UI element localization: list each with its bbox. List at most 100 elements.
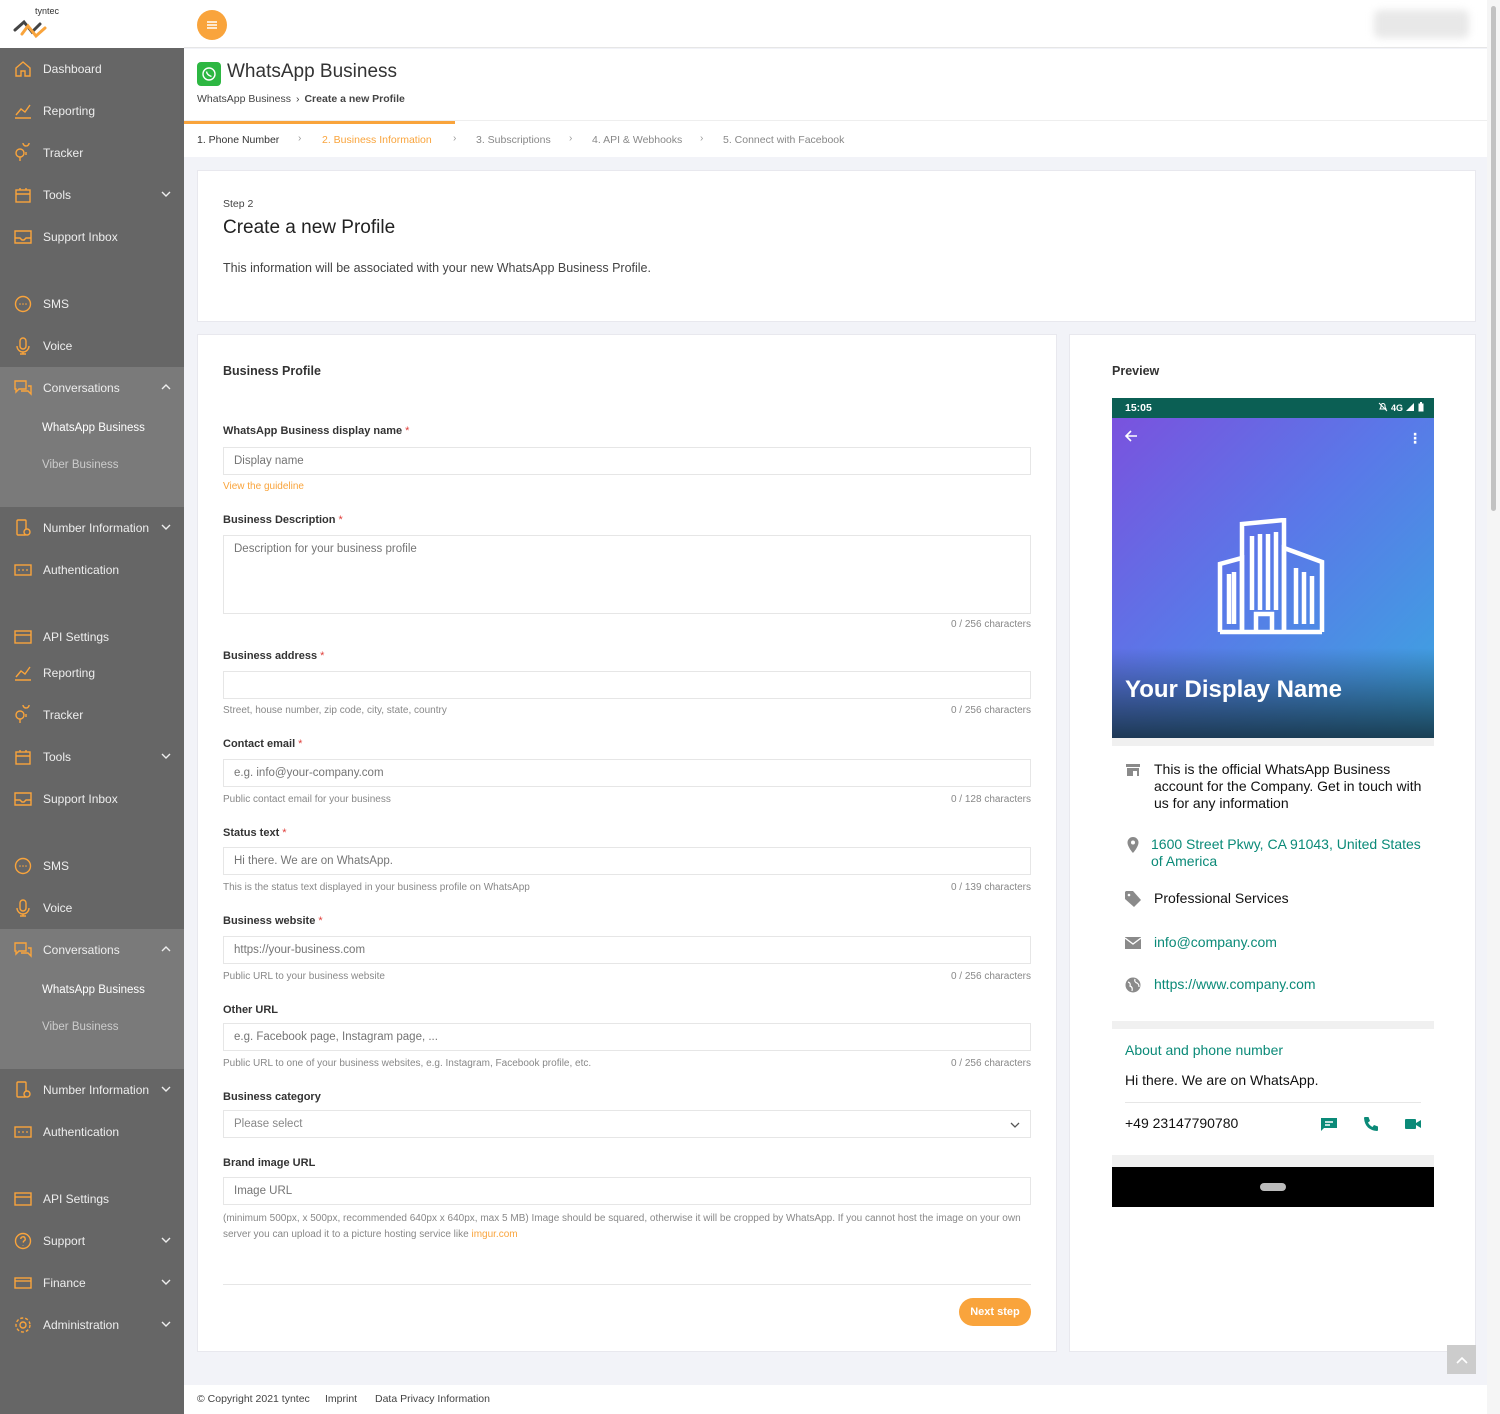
whatsapp-icon bbox=[197, 62, 221, 86]
sidebar-item-conversations[interactable]: Conversations bbox=[0, 367, 184, 409]
sidebar-item-dashboard[interactable]: Dashboard bbox=[0, 48, 184, 90]
sidebar-item-label: Support Inbox bbox=[43, 792, 118, 806]
section-heading: Create a new Profile bbox=[223, 217, 396, 238]
hamburger-icon bbox=[207, 21, 217, 29]
sidebar-item-support-inbox[interactable]: Support Inbox bbox=[0, 216, 184, 258]
user-menu[interactable] bbox=[1374, 10, 1469, 38]
menu-toggle-button[interactable] bbox=[197, 10, 227, 40]
phone-preview: 15:05 4G ⋮ Your Display Name This is the… bbox=[1112, 398, 1434, 1207]
sidebar-item-tools[interactable]: Tools bbox=[0, 174, 184, 216]
sidebar-subitem-whatsapp-business-2[interactable]: WhatsApp Business bbox=[0, 971, 184, 1008]
sidebar-item-api-settings-2[interactable]: API Settings bbox=[0, 1178, 184, 1220]
sidebar-item-tracker[interactable]: Tracker bbox=[0, 132, 184, 174]
sidebar-item-tracker-2[interactable]: Tracker bbox=[0, 694, 184, 736]
profile-hero: ⋮ Your Display Name bbox=[1112, 418, 1434, 738]
sidebar-item-finance[interactable]: Finance bbox=[0, 1262, 184, 1304]
imprint-link[interactable]: Imprint bbox=[325, 1393, 357, 1405]
sidebar-item-label: Number Information bbox=[43, 521, 150, 535]
sidebar-item-administration[interactable]: Administration bbox=[0, 1304, 184, 1346]
about-box: About and phone number Hi there. We are … bbox=[1112, 1029, 1434, 1155]
sidebar-item-reporting-2[interactable]: Reporting bbox=[0, 652, 184, 694]
sidebar-subitem-whatsapp-business[interactable]: WhatsApp Business bbox=[0, 409, 184, 446]
more-vertical-icon[interactable]: ⋮ bbox=[1408, 430, 1422, 447]
tools-icon bbox=[13, 185, 33, 205]
description-textarea[interactable] bbox=[223, 535, 1031, 614]
status-help: This is the status text displayed in you… bbox=[223, 882, 530, 893]
guideline-link[interactable]: View the guideline bbox=[223, 481, 304, 492]
sidebar-subitem-viber-business-2[interactable]: Viber Business bbox=[0, 1008, 184, 1045]
step-api-webhooks[interactable]: 4. API & Webhooks bbox=[592, 134, 682, 146]
conversations-icon bbox=[13, 378, 33, 398]
phone-status-bar: 15:05 4G bbox=[1112, 398, 1434, 418]
next-step-button[interactable]: Next step bbox=[959, 1298, 1031, 1326]
api-icon bbox=[13, 627, 33, 647]
website-input[interactable] bbox=[223, 936, 1031, 964]
chevron-right-icon: › bbox=[298, 133, 302, 144]
sidebar-item-label: SMS bbox=[43, 859, 70, 873]
footer: © Copyright 2021 tyntec Imprint Data Pri… bbox=[184, 1385, 1487, 1414]
status-char-count: 0 / 139 characters bbox=[950, 882, 1031, 893]
step-subscriptions[interactable]: 3. Subscriptions bbox=[476, 134, 551, 146]
brand-image-input[interactable] bbox=[223, 1177, 1031, 1205]
email-label: Contact email * bbox=[223, 738, 303, 750]
privacy-link[interactable]: Data Privacy Information bbox=[375, 1393, 490, 1405]
credit-card-icon bbox=[13, 1273, 33, 1293]
sidebar-item-label: Authentication bbox=[43, 1125, 120, 1139]
sidebar-item-authentication-2[interactable]: Authentication bbox=[0, 1111, 184, 1153]
imgur-link[interactable]: imgur.com bbox=[471, 1229, 517, 1240]
sidebar-item-label: Voice bbox=[43, 339, 73, 353]
home-pill-icon[interactable] bbox=[1260, 1183, 1286, 1191]
phone-status-icons: 4G bbox=[1378, 402, 1424, 413]
sidebar-item-number-information[interactable]: Number Information bbox=[0, 507, 184, 549]
category-select[interactable]: Please select bbox=[223, 1110, 1031, 1138]
page-scrollbar[interactable] bbox=[1487, 0, 1500, 1414]
sidebar-item-voice[interactable]: Voice bbox=[0, 325, 184, 367]
step-phone-number[interactable]: 1. Phone Number bbox=[197, 134, 279, 146]
step-connect-facebook[interactable]: 5. Connect with Facebook bbox=[723, 134, 844, 146]
sidebar-item-label: SMS bbox=[43, 297, 70, 311]
sidebar-item-support-inbox-2[interactable]: Support Inbox bbox=[0, 778, 184, 820]
building-icon bbox=[1217, 518, 1325, 635]
sidebar-item-sms[interactable]: SMS bbox=[0, 283, 184, 325]
about-title: About and phone number bbox=[1125, 1042, 1284, 1058]
message-icon[interactable] bbox=[1320, 1115, 1338, 1133]
about-status-text: Hi there. We are on WhatsApp. bbox=[1125, 1072, 1319, 1088]
sidebar-item-number-information-2[interactable]: Number Information bbox=[0, 1069, 184, 1111]
breadcrumb-parent[interactable]: WhatsApp Business bbox=[197, 93, 291, 105]
sidebar-item-label: API Settings bbox=[43, 1192, 110, 1206]
video-call-icon[interactable] bbox=[1404, 1115, 1422, 1133]
status-input[interactable] bbox=[223, 847, 1031, 875]
chevron-down-icon bbox=[161, 1086, 171, 1092]
display-name-input[interactable] bbox=[223, 447, 1031, 475]
sidebar-item-conversations-2[interactable]: Conversations bbox=[0, 929, 184, 971]
sidebar-item-support[interactable]: Support bbox=[0, 1220, 184, 1262]
globe-icon bbox=[1125, 977, 1141, 993]
breadcrumb-current: Create a new Profile bbox=[304, 93, 405, 105]
back-arrow-icon[interactable] bbox=[1124, 429, 1138, 443]
chevron-up-icon bbox=[161, 946, 171, 952]
email-input[interactable] bbox=[223, 759, 1031, 787]
phone-call-icon[interactable] bbox=[1362, 1115, 1380, 1133]
scroll-to-top-button[interactable] bbox=[1447, 1345, 1476, 1374]
sidebar-item-label: API Settings bbox=[43, 630, 110, 644]
sidebar-item-label: Tools bbox=[43, 750, 72, 764]
logo[interactable]: tyntec bbox=[0, 0, 184, 48]
other-url-input[interactable] bbox=[223, 1023, 1031, 1051]
info-category: Professional Services bbox=[1124, 890, 1424, 908]
sidebar-item-sms-2[interactable]: SMS bbox=[0, 845, 184, 887]
sidebar-item-label: Finance bbox=[43, 1276, 86, 1290]
page-header: WhatsApp Business WhatsApp Business › Crea… bbox=[184, 49, 1487, 157]
address-input[interactable] bbox=[223, 671, 1031, 699]
form-title: Business Profile bbox=[223, 364, 321, 378]
intro-description: This information will be associated with… bbox=[223, 261, 651, 275]
sidebar-item-authentication[interactable]: Authentication bbox=[0, 549, 184, 591]
sidebar-item-reporting[interactable]: Reporting bbox=[0, 90, 184, 132]
sidebar-item-voice-2[interactable]: Voice bbox=[0, 887, 184, 929]
sidebar-item-tools-2[interactable]: Tools bbox=[0, 736, 184, 778]
chevron-down-icon bbox=[161, 753, 171, 759]
sidebar-subitem-viber-business[interactable]: Viber Business bbox=[0, 446, 184, 483]
tyntec-logo-icon bbox=[13, 19, 47, 39]
scrollbar-thumb[interactable] bbox=[1491, 6, 1496, 511]
location-pin-icon bbox=[1127, 837, 1139, 853]
step-business-information[interactable]: 2. Business Information bbox=[322, 134, 432, 146]
